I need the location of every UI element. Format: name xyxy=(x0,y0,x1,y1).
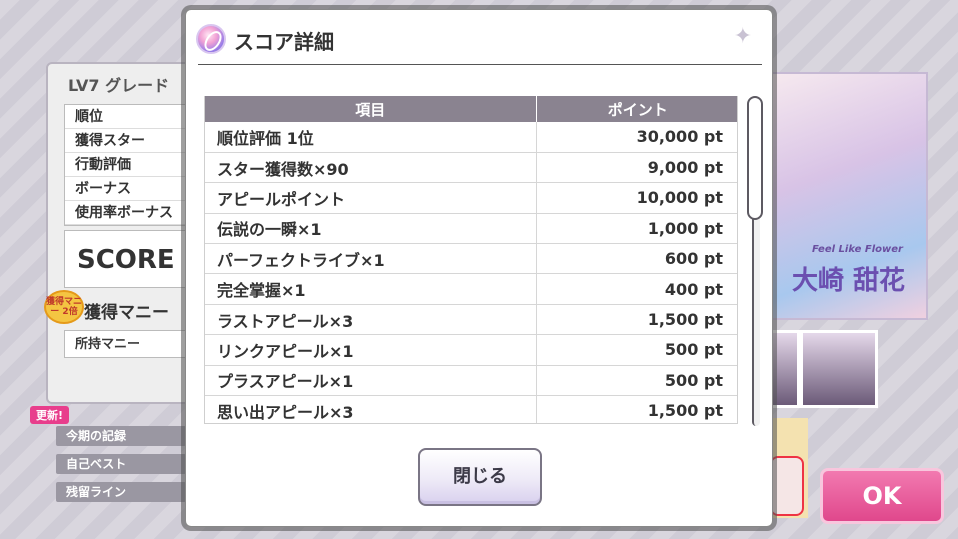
header-divider xyxy=(198,64,762,65)
result-row: 行動評価 xyxy=(65,153,197,177)
item-cell: リンクアピール×1 xyxy=(205,334,537,366)
scrollbar-thumb[interactable] xyxy=(747,96,763,220)
dialog-title: スコア詳細 xyxy=(234,30,334,54)
points-cell: 400 pt xyxy=(536,273,737,305)
points-cell: 600 pt xyxy=(536,243,737,275)
table-row: 思い出アピール×3 1,500 pt xyxy=(205,395,737,423)
result-panel: LV7 グレード 順位 獲得スター 行動評価 ボーナス 使用率ボーナス SCOR… xyxy=(44,62,198,404)
ok-button[interactable]: OK xyxy=(820,468,944,524)
grade-title: LV7 グレード xyxy=(68,76,170,95)
table-row: 完全掌握×1 400 pt xyxy=(205,273,737,305)
points-cell: 1,500 pt xyxy=(536,304,737,336)
points-cell: 1,500 pt xyxy=(536,395,737,423)
card-name: 大崎 甜花 xyxy=(792,266,906,296)
money-double-badge: 獲得マニー 2倍 xyxy=(44,290,84,324)
table-row: スター獲得数×90 9,000 pt xyxy=(205,152,737,184)
idol-card-art: Feel Like Flower 大崎 甜花 xyxy=(770,72,928,320)
period-record-button[interactable]: 今期の記録 xyxy=(56,426,186,446)
item-cell: スター獲得数×90 xyxy=(205,152,537,184)
points-cell: 500 pt xyxy=(536,365,737,397)
table-row: リンクアピール×1 500 pt xyxy=(205,334,737,366)
score-medal-icon xyxy=(196,24,226,54)
retention-line-button[interactable]: 残留ライン xyxy=(56,482,186,502)
close-button[interactable]: 閉じる xyxy=(418,448,542,506)
item-cell: 伝説の一瞬×1 xyxy=(205,213,537,245)
score-table-container[interactable]: 項目 ポイント 順位評価 1位 30,000 pt スター獲得数×90 9,00… xyxy=(204,96,738,424)
table-row: 順位評価 1位 30,000 pt xyxy=(205,122,737,153)
result-row: 獲得スター xyxy=(65,129,197,153)
column-header-points: ポイント xyxy=(536,96,737,122)
score-detail-dialog: スコア詳細 ✦ 項目 ポイント 順位評価 1位 30,000 pt スター獲得数… xyxy=(185,9,773,527)
table-row: アピールポイント 10,000 pt xyxy=(205,182,737,214)
result-breakdown: 順位 獲得スター 行動評価 ボーナス 使用率ボーナス xyxy=(64,104,198,226)
item-cell: 完全掌握×1 xyxy=(205,273,537,305)
idol-thumbnail[interactable] xyxy=(800,330,878,408)
personal-best-button[interactable]: 自己ベスト xyxy=(56,454,186,474)
item-cell: 思い出アピール×3 xyxy=(205,395,537,423)
sparkle-icon: ✦ xyxy=(733,24,752,49)
score-table: 項目 ポイント 順位評価 1位 30,000 pt スター獲得数×90 9,00… xyxy=(205,96,737,423)
points-cell: 30,000 pt xyxy=(536,122,737,153)
money-label: 獲得マニー xyxy=(84,303,169,323)
column-header-item: 項目 xyxy=(205,96,537,122)
item-cell: プラスアピール×1 xyxy=(205,365,537,397)
table-row: プラスアピール×1 500 pt xyxy=(205,365,737,397)
result-row: 順位 xyxy=(65,105,197,129)
card-subtitle: Feel Like Flower xyxy=(812,244,903,255)
stamp-icon xyxy=(770,456,804,516)
item-cell: 順位評価 1位 xyxy=(205,122,537,153)
points-cell: 10,000 pt xyxy=(536,182,737,214)
item-cell: パーフェクトライブ×1 xyxy=(205,243,537,275)
item-cell: アピールポイント xyxy=(205,182,537,214)
new-record-tag: 更新! xyxy=(30,406,70,424)
dialog-header: スコア詳細 ✦ xyxy=(194,24,764,64)
score-label: SCORE xyxy=(64,230,198,288)
table-row: パーフェクトライブ×1 600 pt xyxy=(205,243,737,275)
points-cell: 9,000 pt xyxy=(536,152,737,184)
result-row: ボーナス xyxy=(65,177,197,201)
result-row: 使用率ボーナス xyxy=(65,201,197,225)
points-cell: 1,000 pt xyxy=(536,213,737,245)
table-row: ラストアピール×3 1,500 pt xyxy=(205,304,737,336)
table-row: 伝説の一瞬×1 1,000 pt xyxy=(205,213,737,245)
table-header-row: 項目 ポイント xyxy=(205,96,737,122)
points-cell: 500 pt xyxy=(536,334,737,366)
item-cell: ラストアピール×3 xyxy=(205,304,537,336)
owned-money-label: 所持マニー xyxy=(64,330,198,358)
